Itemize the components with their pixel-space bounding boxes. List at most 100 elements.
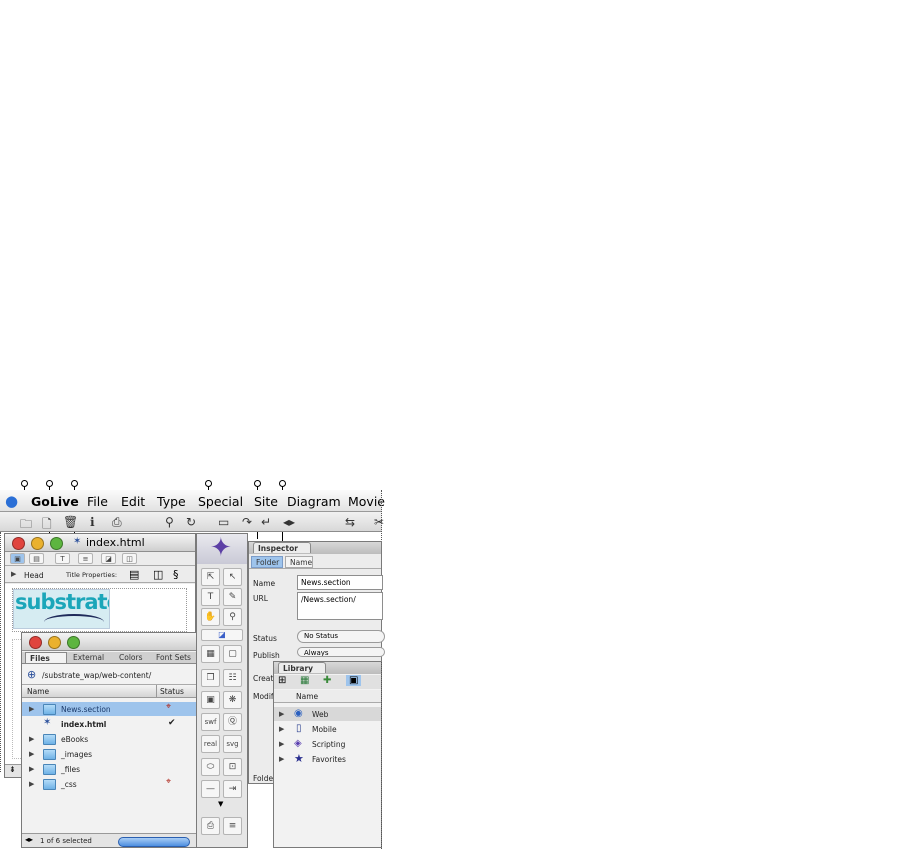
disclosure-icon[interactable]: ▶ <box>29 705 34 713</box>
layout-grid-icon[interactable]: ◫ <box>153 568 163 581</box>
disclosure-icon[interactable]: ▶ <box>29 765 34 773</box>
minimize-button[interactable] <box>31 537 44 550</box>
hand-tool[interactable]: ✋ <box>201 608 220 626</box>
name-column-header[interactable]: Name <box>27 687 49 696</box>
disclosure-icon[interactable]: ▶ <box>279 740 284 748</box>
library-image-icon[interactable]: ▣ <box>346 675 362 686</box>
file-row-ebooks[interactable]: ▶ eBooks <box>22 732 196 746</box>
inspector-tab[interactable]: Inspector <box>253 542 311 553</box>
library-tab[interactable]: Library <box>278 662 326 673</box>
java-object[interactable]: ⬭ <box>201 758 220 776</box>
sync-icon[interactable]: ⇆ <box>345 515 355 529</box>
quicktime-object[interactable]: Ⓠ <box>223 713 242 731</box>
disclosure-icon[interactable]: ▶ <box>279 710 284 718</box>
svg-object[interactable]: svg <box>223 735 242 753</box>
print-icon[interactable]: ⎙ <box>112 515 122 530</box>
trash-icon[interactable]: 🗑 <box>63 515 78 529</box>
preview-view-tab[interactable]: ◪ <box>101 553 116 564</box>
layer-object[interactable]: ❐ <box>201 669 220 687</box>
disclosure-icon[interactable]: ▶ <box>279 725 284 733</box>
zoom-tool[interactable]: ⚲ <box>223 608 242 626</box>
object-category-selector[interactable]: ◪ <box>201 629 243 641</box>
palette-options-button[interactable]: ⎙ <box>201 817 220 835</box>
real-object[interactable]: real <box>201 735 220 753</box>
disclosure-icon[interactable]: ▶ <box>29 780 34 788</box>
link-icon[interactable]: ℹ <box>90 515 95 529</box>
files-tab[interactable]: Files <box>25 652 67 663</box>
cut-icon[interactable]: ✂ <box>374 515 384 529</box>
site-root-icon[interactable]: ⊕ <box>27 668 36 681</box>
select-tool[interactable]: ⇱ <box>201 568 220 586</box>
site-titlebar[interactable] <box>22 633 196 651</box>
menu-diagram[interactable]: Diagram <box>287 494 341 509</box>
split-icon[interactable]: ◂▸ <box>25 835 33 844</box>
page-properties-icon[interactable]: ▤ <box>129 568 139 581</box>
library-item-mobile[interactable]: ▶ ▯ Mobile <box>274 722 381 736</box>
file-row-index-html[interactable]: ✶ index.html ✔ <box>22 717 196 731</box>
swf-object[interactable]: swf <box>201 713 220 731</box>
expand-icon[interactable]: ◂▸ <box>283 515 295 529</box>
close-button[interactable] <box>12 537 25 550</box>
colors-tab[interactable]: Colors <box>115 652 151 663</box>
library-item-favorites[interactable]: ▶ ★ Favorites <box>274 752 381 766</box>
library-column-header[interactable]: Name <box>274 690 381 703</box>
zoom-button[interactable] <box>67 636 80 649</box>
menu-site[interactable]: Site <box>254 494 278 509</box>
disclosure-icon[interactable]: ▶ <box>29 735 34 743</box>
zoom-button[interactable] <box>50 537 63 550</box>
document-titlebar[interactable]: ✶ index.html <box>5 534 195 552</box>
layout-grid-object[interactable]: ▢ <box>223 645 242 663</box>
disclosure-icon[interactable]: ▶ <box>279 755 284 763</box>
external-tab[interactable]: External <box>69 652 113 663</box>
form-object[interactable]: ☷ <box>223 669 242 687</box>
url-field[interactable]: /News.section/ <box>297 592 383 620</box>
menu-file[interactable]: File <box>87 494 108 509</box>
refresh-icon[interactable]: ↻ <box>186 515 196 529</box>
arrow-tool[interactable]: ↖ <box>223 568 242 586</box>
image-object[interactable]: ▣ <box>201 691 220 709</box>
outline-view-tab[interactable]: ≡ <box>78 553 93 564</box>
menu-special[interactable]: Special <box>198 494 243 509</box>
add-library-icon[interactable]: ⊞ <box>278 675 286 686</box>
plugin-object[interactable]: ❋ <box>223 691 242 709</box>
palette-menu-button[interactable]: ≡ <box>223 817 242 835</box>
preview-icon[interactable]: ▭ <box>218 515 229 529</box>
name-field[interactable]: News.section <box>297 575 383 590</box>
file-row-files[interactable]: ▶ _files <box>22 762 196 776</box>
menu-golive[interactable]: GoLive <box>31 494 79 509</box>
library-item-web[interactable]: ▶ ◉ Web <box>274 707 381 721</box>
line-object[interactable]: — <box>201 780 220 798</box>
return-icon[interactable]: ↵ <box>261 515 271 529</box>
name-tab[interactable]: Name <box>285 556 313 568</box>
split-icon[interactable]: ⇟ <box>9 765 16 774</box>
script-icon[interactable]: § <box>173 568 179 581</box>
menu-edit[interactable]: Edit <box>121 494 145 509</box>
disclosure-icon[interactable]: ▶ <box>29 750 34 758</box>
text-tool[interactable]: T <box>201 588 220 606</box>
activex-object[interactable]: ⊡ <box>223 758 242 776</box>
close-button[interactable] <box>29 636 42 649</box>
font-sets-tab[interactable]: Font Sets <box>152 652 196 663</box>
minimize-button[interactable] <box>48 636 61 649</box>
file-row-images[interactable]: ▶ _images <box>22 747 196 761</box>
redo-icon[interactable]: ↷ <box>242 515 252 529</box>
layout-view-tab[interactable]: ▣ <box>10 553 25 564</box>
status-popup[interactable]: No Status <box>297 630 385 643</box>
library-media-icon[interactable]: ▦ <box>300 675 309 686</box>
publish-popup[interactable]: Always <box>297 647 385 657</box>
menu-type[interactable]: Type <box>157 494 186 509</box>
library-item-scripting[interactable]: ▶ ◈ Scripting <box>274 737 381 751</box>
frame-view-tab[interactable]: ▤ <box>29 553 44 564</box>
file-row-css[interactable]: ▶ _css ⌖ <box>22 777 196 791</box>
eyedropper-tool[interactable]: ✎ <box>223 588 242 606</box>
head-disclosure-icon[interactable]: ▶ <box>11 570 16 578</box>
apple-menu-icon[interactable]: ● <box>5 492 18 510</box>
library-plugin-icon[interactable]: ✚ <box>323 675 331 686</box>
tab-object[interactable]: ⇥ <box>223 780 242 798</box>
file-row-news-section[interactable]: ▶ News.section ⌖ <box>22 702 196 716</box>
source-view-tab[interactable]: T <box>55 553 70 564</box>
pdf-view-tab[interactable]: ◫ <box>122 553 137 564</box>
find-icon[interactable]: ⚲ <box>165 515 174 529</box>
table-object[interactable]: ▦ <box>201 645 220 663</box>
folder-tab[interactable]: Folder <box>251 556 283 568</box>
